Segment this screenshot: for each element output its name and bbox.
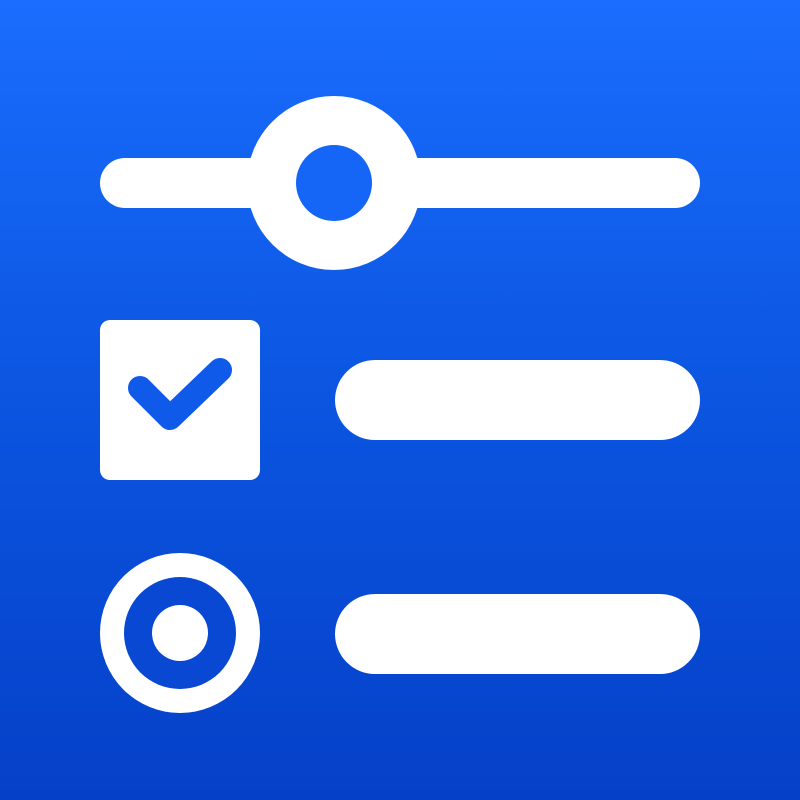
slider-icon — [100, 96, 700, 270]
checkbox-label-placeholder — [335, 360, 700, 440]
radio-label-placeholder — [335, 594, 700, 674]
app-icon — [0, 0, 800, 800]
form-controls-glyph — [100, 96, 700, 713]
radio-button-icon — [100, 553, 260, 713]
checkbox-icon — [100, 320, 260, 480]
slider-knob-hole — [296, 145, 372, 221]
radio-dot — [152, 605, 208, 661]
